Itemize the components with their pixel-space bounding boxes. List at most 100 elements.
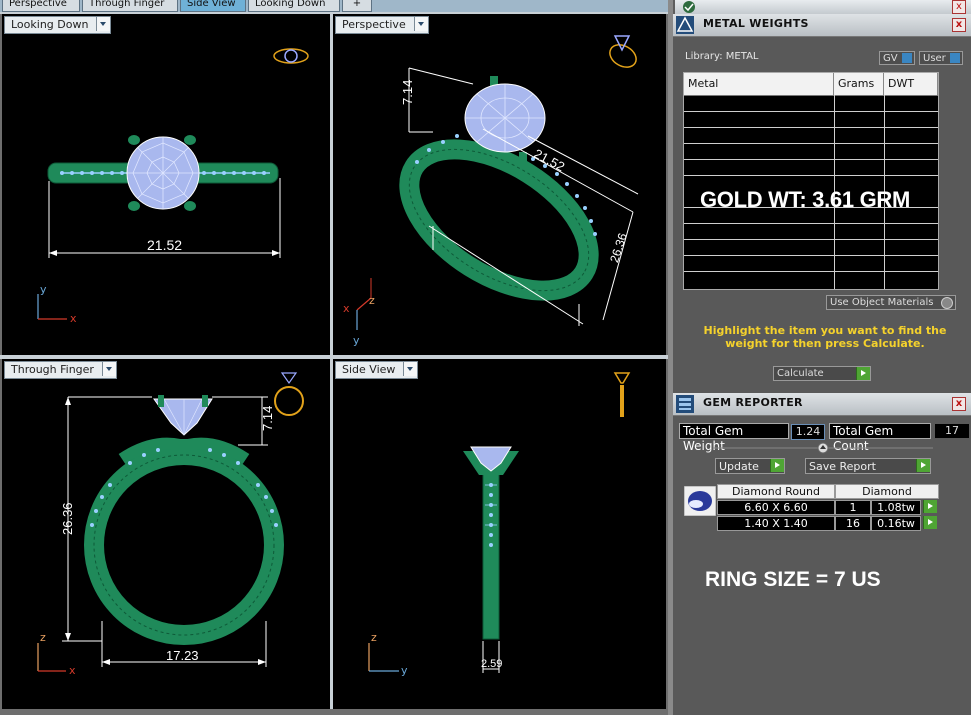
gem-reporter-title: GEM REPORTER [703, 396, 803, 409]
use-object-materials-label: Use Object Materials [830, 297, 934, 308]
view-orientation-thumbnail [273, 48, 309, 64]
save-report-button[interactable]: Save Report [805, 458, 931, 474]
view-orientation-thumbnail [609, 35, 637, 68]
svg-text:z: z [369, 294, 375, 307]
right-panel: x METAL WEIGHTS x Library: METAL GV User… [668, 0, 971, 715]
diamond-table: Diamond Round Diamond 6.60 X 6.60 1 1.08… [717, 484, 939, 532]
svg-text:x: x [70, 312, 77, 325]
viewport-label-through-finger[interactable]: Through Finger [4, 361, 117, 379]
gv-toggle[interactable]: GV [879, 51, 915, 65]
library-label: Library: METAL [685, 51, 759, 62]
chevron-down-icon[interactable] [413, 17, 428, 31]
ring-size-overlay: RING SIZE = 7 US [705, 568, 881, 591]
metal-weights-body: Library: METAL GV User Metal Grams DWT G… [673, 37, 971, 393]
viewport-side-view[interactable]: 2.59 z y Side View [333, 359, 666, 709]
toggle-icon [902, 53, 912, 63]
dim-height-through-finger: 7.14 [260, 406, 275, 431]
chevron-down-icon[interactable] [101, 362, 116, 376]
table-row-size: 6.60 X 6.60 [717, 500, 835, 515]
tab-side-view[interactable]: Side View [180, 0, 246, 12]
tab-perspective[interactable]: Perspective [2, 0, 80, 12]
viewport-label-side-view[interactable]: Side View [335, 361, 419, 379]
metal-table[interactable]: Metal Grams DWT GOLD WT: 3.61 GRM [683, 72, 939, 290]
user-toggle[interactable]: User [919, 51, 963, 65]
metal-weights-icon [676, 16, 694, 34]
viewport-label-text: Through Finger [11, 363, 94, 376]
viewport-label-looking-down[interactable]: Looking Down [4, 16, 112, 34]
through-finger-render: 26.36 7.14 17.23 z x [37, 372, 304, 677]
svg-text:x: x [69, 664, 76, 677]
table-row-tw: 0.16tw [871, 516, 921, 531]
view-orientation-thumbnail [613, 372, 631, 417]
dim-thickness-side-view: 2.59 [481, 658, 502, 670]
tab-looking-down[interactable]: Looking Down [248, 0, 340, 12]
total-gem-count-label: Total Gem Count [829, 423, 931, 453]
panel-header-strip: x [675, 0, 971, 14]
viewport-label-text: Perspective [342, 18, 406, 31]
gem-reporter-icon [676, 395, 694, 413]
play-arrow-icon [856, 367, 870, 380]
row-action-arrow-icon[interactable] [923, 516, 937, 529]
table-row-count: 1 [835, 500, 871, 515]
perspective-render: 7.14 21.52 26.36 x z y [343, 35, 639, 347]
gv-label: GV [883, 53, 898, 64]
tab-through-finger[interactable]: Through Finger [82, 0, 178, 12]
total-gem-count-value: 17 [935, 424, 969, 438]
viewport-perspective[interactable]: 7.14 21.52 26.36 x z y Perspective [333, 14, 666, 355]
chevron-down-icon[interactable] [403, 362, 418, 376]
calculate-label: Calculate [777, 368, 824, 379]
viewport-label-text: Side View [342, 363, 396, 376]
diamond-table-header-type: Diamond [835, 484, 939, 499]
update-label: Update [719, 460, 759, 473]
calculate-button[interactable]: Calculate [773, 366, 871, 381]
metal-weights-title: METAL WEIGHTS [703, 17, 809, 30]
looking-down-render: 21.52 y x [37, 48, 309, 325]
column-header-metal[interactable]: Metal [684, 73, 834, 95]
viewport-label-perspective[interactable]: Perspective [335, 16, 429, 34]
viewport-label-text: Looking Down [11, 18, 89, 31]
checkmark-icon [683, 1, 695, 13]
dim-diameter-through-finger: 26.36 [60, 502, 75, 535]
svg-text:y: y [40, 283, 47, 296]
gem-reporter-titlebar: GEM REPORTER x [673, 393, 971, 416]
total-gem-weight-label: Total Gem Weight [679, 423, 789, 453]
gold-weight-overlay: GOLD WT: 3.61 GRM [700, 187, 911, 212]
toggle-icon [950, 53, 960, 63]
diamond-table-header-shape: Diamond Round [717, 484, 835, 499]
add-tab-button[interactable]: + [342, 0, 372, 12]
dim-width-looking-down: 21.52 [147, 237, 182, 253]
radio-icon [941, 297, 953, 309]
svg-text:z: z [40, 631, 46, 644]
viewport-through-finger[interactable]: 26.36 7.14 17.23 z x Through Finger [2, 359, 330, 709]
collapse-divider[interactable] [673, 442, 971, 454]
table-row-tw: 1.08tw [871, 500, 921, 515]
svg-text:z: z [371, 631, 377, 644]
total-gem-weight-value: 1.24 [791, 424, 825, 440]
play-arrow-icon [916, 459, 930, 472]
svg-text:x: x [343, 302, 350, 315]
use-object-materials-toggle[interactable]: Use Object Materials [826, 295, 956, 310]
chevron-down-icon[interactable] [96, 17, 111, 31]
play-arrow-icon [770, 459, 784, 472]
metal-table-header: Metal Grams DWT [684, 73, 938, 96]
column-header-dwt[interactable]: DWT [884, 73, 938, 95]
save-report-label: Save Report [809, 460, 876, 473]
dim-height-perspective: 7.14 [400, 80, 415, 105]
update-button[interactable]: Update [715, 458, 785, 474]
svg-text:y: y [353, 334, 360, 347]
dim-inner-through-finger: 17.23 [166, 648, 199, 663]
row-action-arrow-icon[interactable] [923, 500, 937, 513]
metal-instruction-text: Highlight the item you want to find the … [703, 324, 947, 350]
close-icon[interactable]: x [952, 18, 966, 32]
close-icon[interactable]: x [952, 0, 966, 14]
dim-diameter-perspective: 26.36 [607, 231, 630, 264]
viewport-looking-down[interactable]: 21.52 y x Looking Down [2, 14, 330, 355]
svg-text:y: y [401, 664, 408, 677]
user-label: User [923, 53, 946, 64]
close-icon[interactable]: x [952, 397, 966, 411]
side-view-render: 2.59 z y [368, 372, 631, 677]
metal-weights-titlebar: METAL WEIGHTS x [673, 14, 971, 37]
column-header-grams[interactable]: Grams [834, 73, 884, 95]
gem-reporter-body: Total Gem Weight 1.24 Total Gem Count 17… [673, 416, 971, 715]
table-row-size: 1.40 X 1.40 [717, 516, 835, 531]
